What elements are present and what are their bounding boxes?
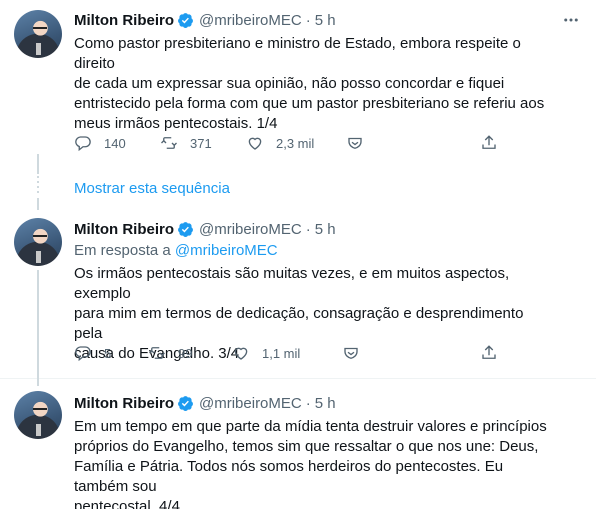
like-count: 2,3 mil: [276, 135, 315, 151]
thread-connector-line: [37, 198, 39, 210]
tip-icon: [344, 347, 358, 359]
retweet-button[interactable]: 371: [160, 133, 212, 153]
author-name[interactable]: Milton Ribeiro: [74, 12, 174, 29]
tweet-header: Milton Ribeiro @mribeiroMEC · 5 h: [74, 219, 336, 239]
tweet-text-line: meus irmãos pentecostais. 1/4: [74, 115, 278, 132]
share-button[interactable]: [480, 343, 498, 363]
tip-icon: [348, 137, 362, 149]
avatar-tie: [36, 251, 41, 263]
avatar-glasses: [33, 408, 47, 411]
author-name[interactable]: Milton Ribeiro: [74, 395, 174, 412]
share-icon: [482, 345, 496, 359]
tip-button[interactable]: [346, 133, 364, 153]
separator-dot: ·: [305, 220, 311, 238]
like-button[interactable]: 2,3 mil: [246, 133, 314, 153]
author-handle[interactable]: @mribeiroMEC: [199, 221, 302, 238]
author-handle[interactable]: @mribeiroMEC: [199, 12, 302, 29]
tweet[interactable]: Milton Ribeiro @mribeiroMEC · 5 h Em res…: [0, 210, 596, 378]
reply-context-handle[interactable]: @mribeiroMEC: [175, 242, 278, 259]
avatar-glasses: [33, 27, 47, 30]
retweet-button[interactable]: 99: [148, 343, 192, 363]
reply-icon: [75, 136, 91, 152]
tweet-time[interactable]: 5 h: [315, 395, 336, 412]
tweet-text-line: Família e Pátria. Todos nós somos herdei…: [74, 458, 504, 495]
tweet-actions: 5 99 1,1 mil: [74, 343, 504, 363]
tweet-header: Milton Ribeiro @mribeiroMEC · 5 h: [74, 393, 336, 413]
thread-connector-line: [37, 270, 39, 378]
show-thread-link[interactable]: Mostrar esta sequência: [74, 180, 230, 197]
avatar-tie: [36, 424, 41, 436]
verified-icon: [178, 12, 193, 28]
tweet-text-line: Em um tempo em que parte da mídia tenta …: [74, 418, 547, 435]
retweet-icon: [149, 347, 165, 359]
separator-dot: ·: [305, 394, 311, 412]
more-icon[interactable]: [560, 10, 582, 30]
retweet-count: 99: [178, 345, 193, 361]
avatar[interactable]: [14, 218, 62, 266]
tweet-actions: 140 371 2,3 mil: [74, 133, 504, 153]
separator-dot: ·: [305, 11, 311, 29]
divider: [0, 378, 596, 379]
like-count: 1,1 mil: [262, 345, 301, 361]
avatar-glasses: [33, 235, 47, 238]
verified-icon: [178, 395, 193, 411]
retweet-icon: [161, 137, 177, 149]
tweet-text-line: pentecostal. 4/4: [74, 498, 180, 509]
like-icon: [248, 137, 262, 150]
reply-icon: [75, 346, 91, 362]
like-icon: [234, 347, 248, 360]
tweet[interactable]: Milton Ribeiro @mribeiroMEC · 5 h Em um …: [0, 378, 596, 509]
reply-button[interactable]: 140: [74, 133, 126, 153]
thread-connector-line: [37, 378, 39, 386]
tweet-time[interactable]: 5 h: [315, 12, 336, 29]
tweet-time[interactable]: 5 h: [315, 221, 336, 238]
tweet-text: Em um tempo em que parte da mídia tenta …: [74, 417, 554, 509]
author-name[interactable]: Milton Ribeiro: [74, 221, 174, 238]
tweet-text-line: para mim em termos de dedicação, consagr…: [74, 305, 524, 342]
author-handle[interactable]: @mribeiroMEC: [199, 395, 302, 412]
reply-count: 5: [104, 345, 112, 361]
thread-connector-dotted: [37, 176, 39, 196]
like-button[interactable]: 1,1 mil: [232, 343, 300, 363]
reply-button[interactable]: 5: [74, 343, 111, 363]
avatar[interactable]: [14, 10, 62, 58]
tweet-text-line: próprios do Evangelho, temos sim que res…: [74, 438, 539, 455]
share-icon: [482, 135, 496, 149]
tweet-text-line: de cada um expressar sua opinião, não po…: [74, 75, 505, 92]
share-button[interactable]: [480, 133, 498, 153]
retweet-count: 371: [190, 135, 212, 151]
tweet-text: Como pastor presbiteriano e ministro de …: [74, 34, 554, 134]
tip-button[interactable]: [342, 343, 360, 363]
reply-count: 140: [104, 135, 126, 151]
tweet-header: Milton Ribeiro @mribeiroMEC · 5 h: [74, 10, 336, 30]
reply-context-label: Em resposta a: [74, 242, 175, 259]
tweet[interactable]: Milton Ribeiro @mribeiroMEC · 5 h Como p…: [0, 0, 596, 170]
avatar[interactable]: [14, 391, 62, 439]
avatar-tie: [36, 43, 41, 55]
tweet-text-line: Como pastor presbiteriano e ministro de …: [74, 35, 521, 72]
tweet-text-line: Os irmãos pentecostais são muitas vezes,…: [74, 265, 510, 302]
reply-context: Em resposta a @mribeiroMEC: [74, 242, 278, 259]
verified-icon: [178, 221, 193, 237]
tweet-text-line: entristecido pela forma com que um pasto…: [74, 95, 545, 112]
